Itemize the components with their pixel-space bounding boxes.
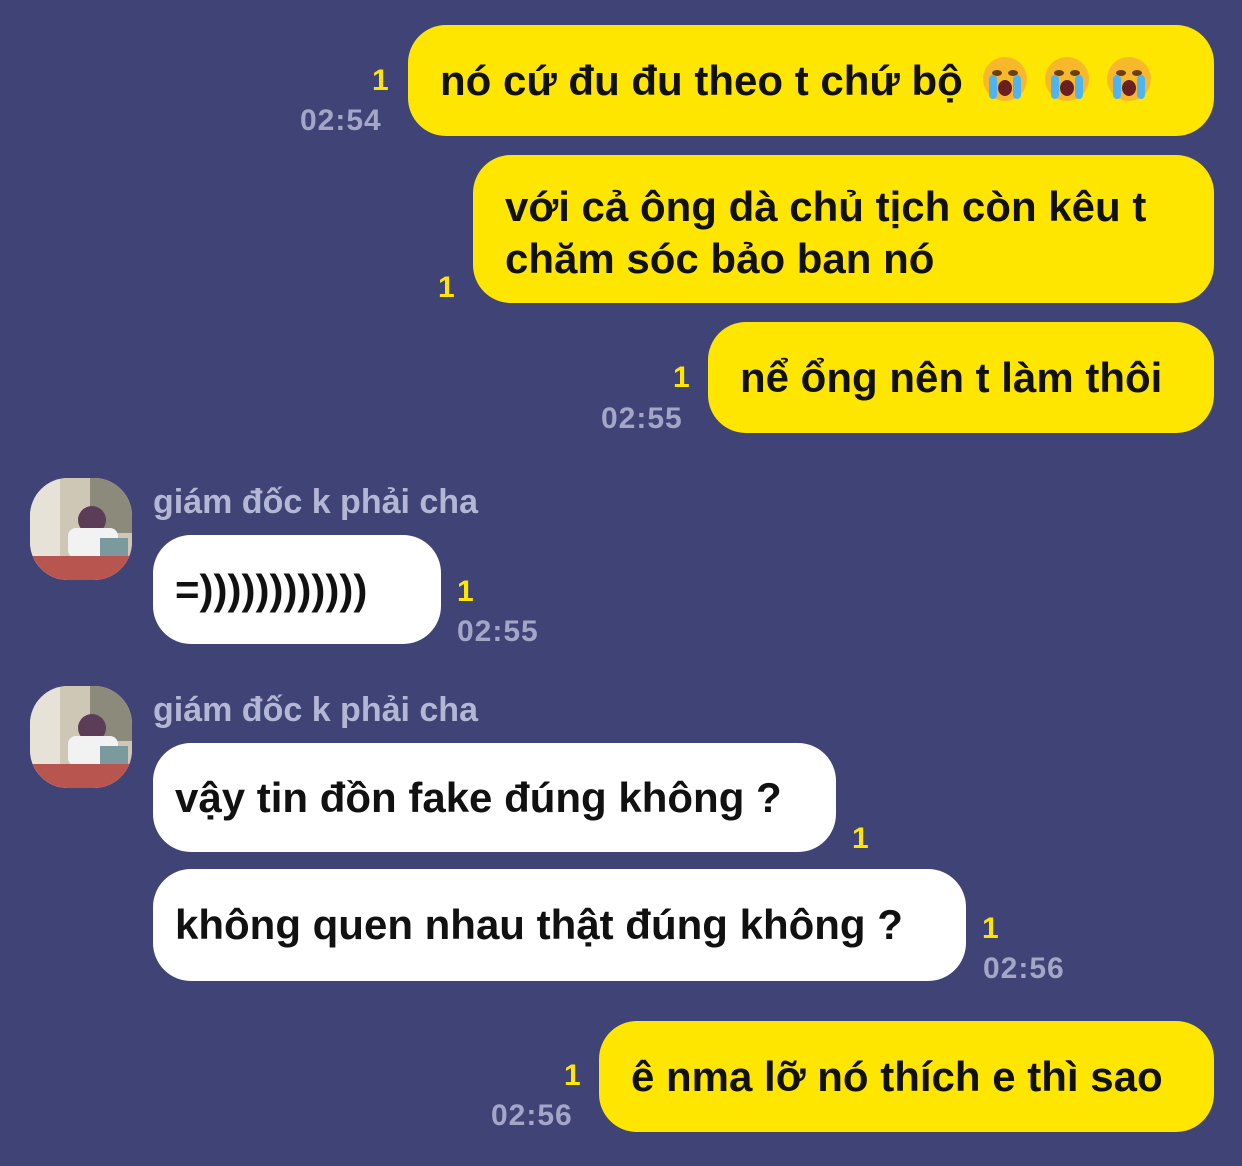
message-text: vậy tin đồn fake đúng không ?	[175, 774, 782, 821]
loudly-crying-face-icon	[1106, 57, 1151, 101]
read-count: 1	[673, 361, 690, 394]
contact-avatar[interactable]	[30, 686, 132, 788]
avatar-photo-icon	[30, 686, 132, 788]
loudly-crying-face-icon	[982, 57, 1027, 101]
timestamp: 02:55	[601, 402, 683, 435]
message-text: với cả ông dà chủ tịch còn kêu t chăm só…	[505, 183, 1147, 282]
message-text: ê nma lỡ nó thích e thì sao	[631, 1053, 1163, 1100]
avatar-photo-icon	[30, 478, 132, 580]
outgoing-message-bubble[interactable]: ê nma lỡ nó thích e thì sao	[599, 1021, 1214, 1132]
timestamp: 02:56	[491, 1099, 573, 1132]
read-count: 1	[438, 271, 455, 304]
loudly-crying-face-icon	[1044, 57, 1089, 101]
message-text: =))))))))))))	[175, 566, 368, 613]
incoming-message-bubble[interactable]: không quen nhau thật đúng không ?	[153, 869, 966, 981]
message-text: nó cứ đu đu theo t chứ bộ	[440, 57, 963, 104]
read-count: 1	[372, 64, 389, 97]
outgoing-message-bubble[interactable]: với cả ông dà chủ tịch còn kêu t chăm só…	[473, 155, 1214, 303]
message-text: nể ổng nên t làm thôi	[740, 354, 1163, 401]
outgoing-message-bubble[interactable]: nể ổng nên t làm thôi	[708, 322, 1214, 433]
timestamp: 02:54	[300, 104, 382, 137]
sender-name: giám đốc k phải cha	[153, 483, 478, 521]
incoming-message-bubble[interactable]: =))))))))))))	[153, 535, 441, 644]
message-text: không quen nhau thật đúng không ?	[175, 901, 903, 948]
incoming-message-bubble[interactable]: vậy tin đồn fake đúng không ?	[153, 743, 836, 852]
timestamp: 02:56	[983, 952, 1065, 985]
read-count: 1	[982, 912, 999, 945]
contact-avatar[interactable]	[30, 478, 132, 580]
outgoing-message-bubble[interactable]: nó cứ đu đu theo t chứ bộ	[408, 25, 1214, 136]
read-count: 1	[457, 575, 474, 608]
read-count: 1	[852, 822, 869, 855]
sender-name: giám đốc k phải cha	[153, 691, 478, 729]
timestamp: 02:55	[457, 615, 539, 648]
read-count: 1	[564, 1059, 581, 1092]
